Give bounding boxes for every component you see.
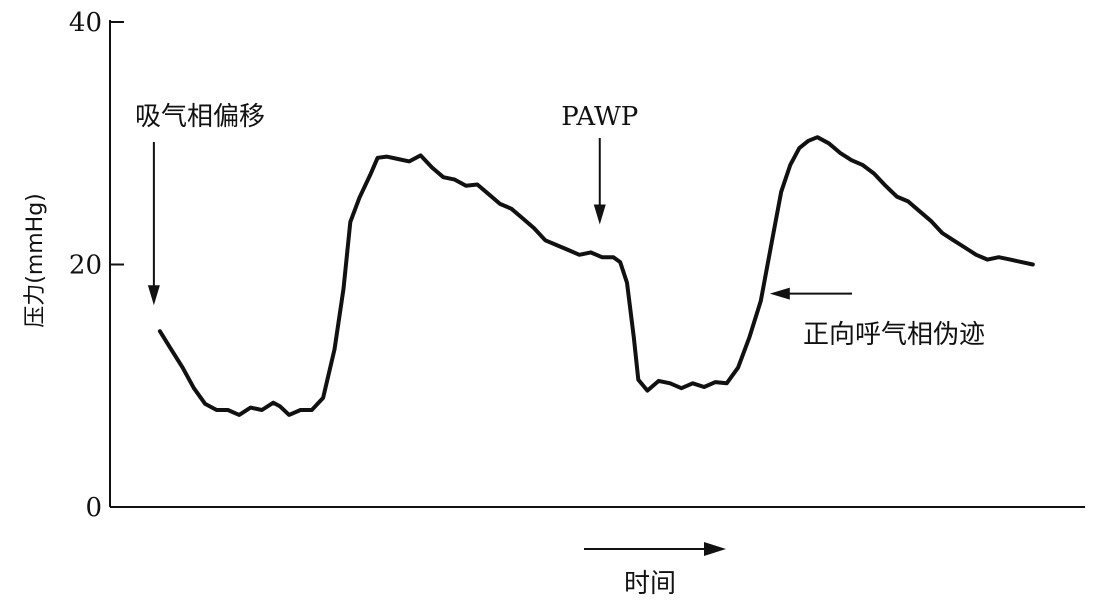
annotation-arrowhead-expiratory-artifact: [769, 287, 790, 300]
pressure-series-line: [157, 135, 1035, 417]
series-layer: [157, 135, 1035, 417]
annotation-arrowhead-inspiratory-shift: [147, 285, 160, 306]
annotation-label-pawp: PAWP: [561, 102, 638, 132]
x-axis-label: 时间: [624, 569, 676, 599]
annotation-label-expiratory-artifact: 正向呼气相伪迹: [803, 320, 985, 350]
y-ticks: 0 20 40: [69, 8, 124, 523]
time-arrow-head: [704, 542, 726, 556]
annotation-label-inspiratory-shift: 吸气相偏移: [135, 102, 265, 132]
annotation-layer: 吸气相偏移 PAWP 正向呼气相伪迹: [135, 102, 985, 350]
y-axis-label: 压力(mmHg): [23, 193, 48, 328]
y-tick-label-20: 20: [69, 251, 102, 281]
y-tick-label-0: 0: [85, 493, 102, 523]
annotation-arrowhead-pawp: [593, 204, 606, 225]
y-tick-label-40: 40: [69, 8, 102, 38]
pressure-time-chart: 0 20 40 吸气相偏移 PAWP 正向呼气相伪迹 压力(mmHg) 时间: [23, 8, 1085, 599]
